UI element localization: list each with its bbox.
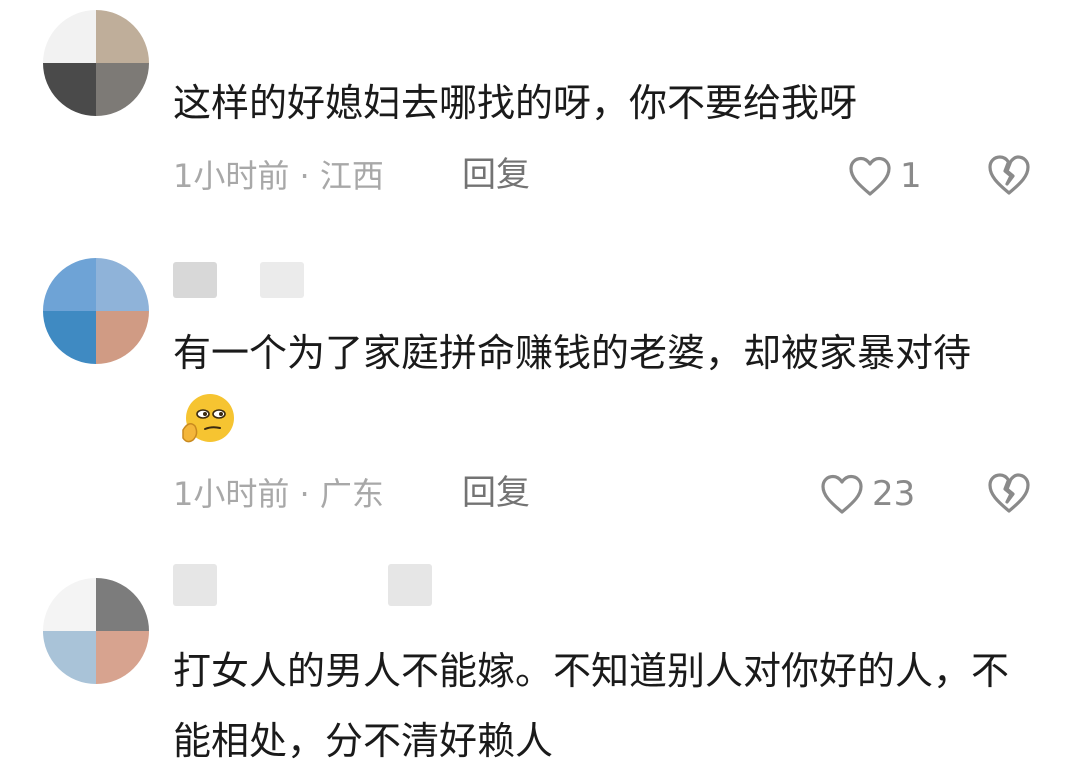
like-count: 1: [900, 156, 922, 196]
avatar[interactable]: [43, 10, 149, 116]
like-button[interactable]: 23: [820, 470, 915, 518]
username-blurred: [173, 262, 217, 298]
reply-button[interactable]: 回复: [462, 153, 530, 197]
comment-time-location: 1小时前 · 江西: [173, 157, 384, 195]
like-button[interactable]: 1: [848, 152, 922, 200]
heart-outline-icon: [821, 474, 863, 514]
like-count: 23: [872, 474, 916, 514]
reply-button[interactable]: 回复: [462, 471, 530, 515]
comment-text: 打女人的男人不能嫁。不知道别人对你好的人，不能相处，分不清好赖人: [173, 649, 1010, 763]
avatar[interactable]: [43, 258, 149, 364]
broken-heart-icon[interactable]: [986, 470, 1032, 516]
comment-text: 有一个为了家庭拼命赚钱的老婆，却被家暴对待: [173, 318, 1033, 458]
username-blurred: [173, 564, 217, 606]
comment-text: 这样的好媳妇去哪找的呀，你不要给我呀: [173, 81, 858, 125]
comment-text-content: 有一个为了家庭拼命赚钱的老婆，却被家暴对待: [173, 331, 972, 375]
heart-outline-icon: [849, 156, 891, 196]
avatar[interactable]: [43, 578, 149, 684]
username-blurred: [260, 262, 304, 298]
broken-heart-icon[interactable]: [986, 152, 1032, 198]
smirk-thinking-emoji: [182, 394, 234, 443]
comment-time-location: 1小时前 · 广东: [173, 475, 384, 513]
username-blurred: [388, 564, 432, 606]
